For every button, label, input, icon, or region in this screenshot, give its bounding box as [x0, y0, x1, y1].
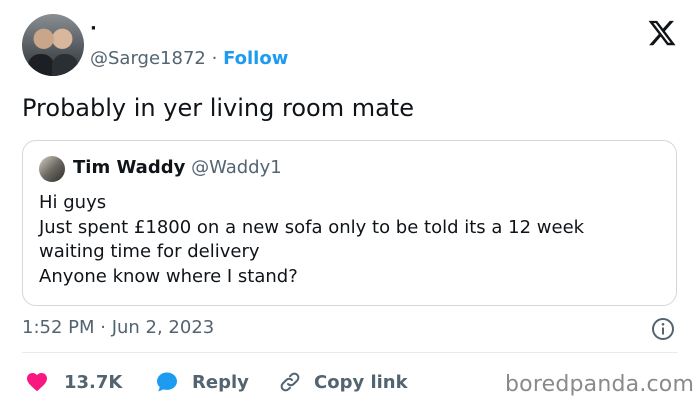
- like-count: 13.7K: [64, 371, 123, 393]
- info-icon[interactable]: [651, 317, 675, 341]
- link-icon: [280, 372, 300, 392]
- watermark: boredpanda.com: [505, 372, 695, 397]
- follow-button[interactable]: Follow: [223, 48, 288, 69]
- tweet-timestamp[interactable]: 1:52 PM · Jun 2, 2023: [22, 316, 214, 340]
- reply-label: Reply: [192, 371, 249, 393]
- heart-icon: [27, 373, 47, 392]
- quoted-line: waiting time for delivery: [39, 241, 260, 262]
- quoted-author-handle: @Waddy1: [191, 157, 282, 178]
- tweet-text: Probably in yer living room mate: [22, 94, 414, 122]
- author-handle[interactable]: @Sarge1872: [90, 48, 206, 69]
- quoted-author-avatar[interactable]: [39, 156, 65, 182]
- reply-button[interactable]: Reply: [154, 368, 249, 396]
- quoted-tweet-text: Hi guys Just spent £1800 on a new sofa o…: [39, 191, 669, 289]
- quoted-line: Anyone know where I stand?: [39, 265, 298, 287]
- copy-link-label: Copy link: [314, 371, 408, 393]
- copy-link-button[interactable]: Copy link: [278, 368, 408, 396]
- quoted-line: Hi guys: [39, 192, 107, 213]
- quoted-tweet-card[interactable]: Tim Waddy @Waddy1 Hi guys Just spent £18…: [22, 140, 677, 306]
- quoted-line: Just spent £1800 on a new sofa only to b…: [39, 216, 585, 238]
- handle-separator: ·: [211, 48, 218, 69]
- quoted-author-name[interactable]: Tim Waddy: [73, 157, 185, 178]
- like-button[interactable]: 13.7K: [24, 368, 122, 396]
- divider: [22, 352, 678, 353]
- reply-bubble-icon: [157, 372, 177, 392]
- avatar-person-left: [28, 54, 54, 76]
- author-handle-line: @Sarge1872 · Follow: [90, 47, 288, 71]
- author-display-name[interactable]: ·: [90, 18, 97, 40]
- quoted-author-line: Tim Waddy @Waddy1: [73, 155, 282, 181]
- author-avatar[interactable]: [22, 14, 84, 76]
- x-logo-icon[interactable]: [646, 18, 678, 48]
- avatar-person-right: [52, 54, 78, 76]
